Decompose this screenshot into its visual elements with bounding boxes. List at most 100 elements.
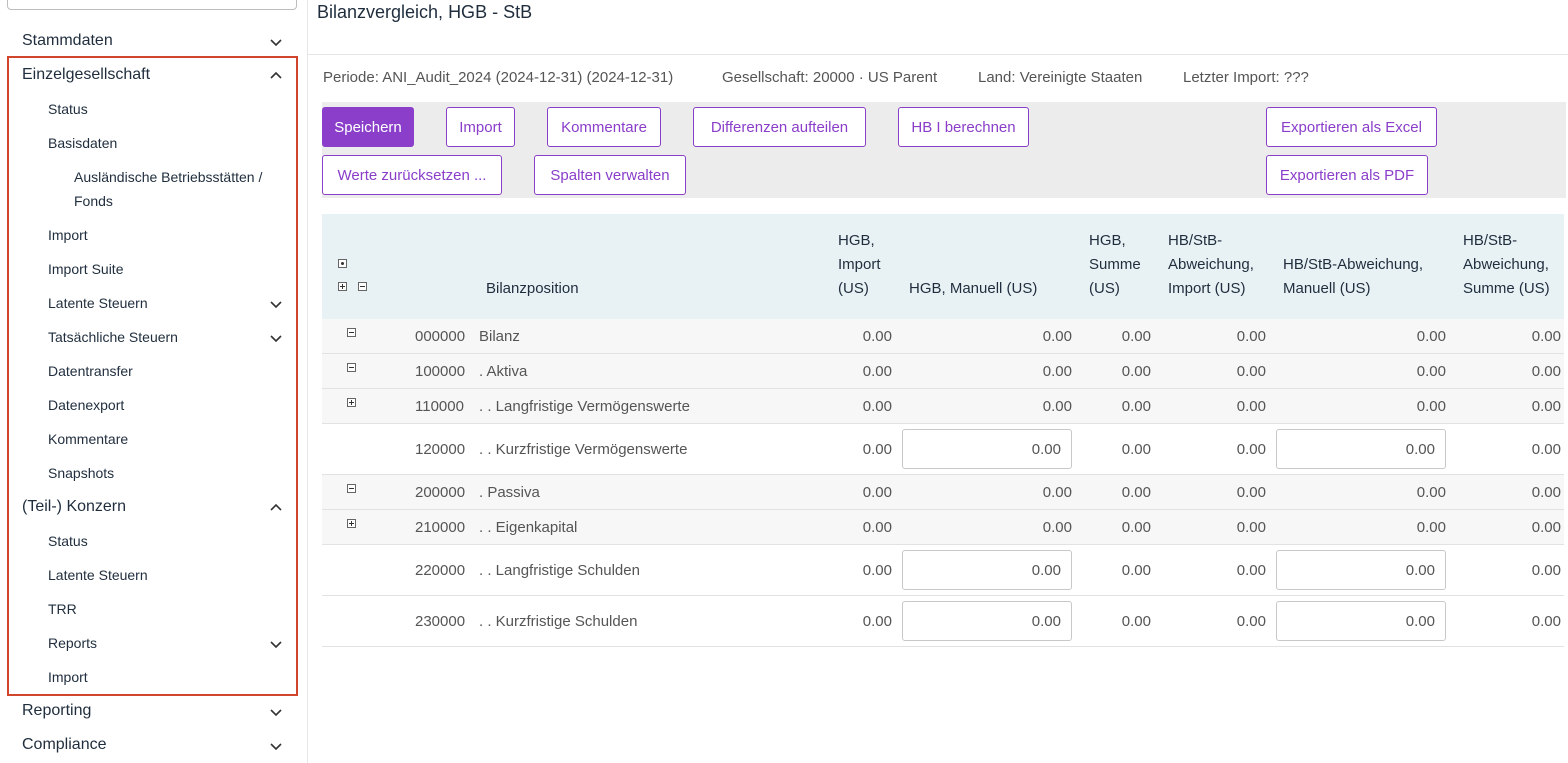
cell-hbstb-import: 0.00	[1236, 562, 1266, 579]
sidebar-item-datentransfer[interactable]: Datentransfer	[48, 363, 133, 379]
cell-hbstb-manuell: 0.00	[1416, 328, 1446, 345]
cell-hgb-import: 0.00	[862, 484, 892, 501]
chevron-down-icon[interactable]	[268, 34, 284, 50]
cell-hbstb-manuell: 0.00	[1416, 398, 1446, 415]
cell-hgb-import: 0.00	[862, 363, 892, 380]
table-row[interactable]: 120000 . . Kurzfristige Vermögenswerte 0.0…	[322, 424, 1564, 475]
sidebar-item-latente-steuern[interactable]: Latente Steuern	[48, 295, 148, 311]
cell-hgb-import: 0.00	[862, 613, 892, 630]
sidebar-item-status[interactable]: Status	[48, 101, 88, 117]
sidebar-item-konzern-import[interactable]: Import	[48, 669, 88, 685]
cell-hgb-summe: 0.00	[1121, 519, 1151, 536]
sidebar-item-import-suite[interactable]: Import Suite	[48, 261, 123, 277]
sidebar: Stammdaten Einzelgesellschaft Status Bas…	[0, 0, 308, 763]
table-row[interactable]: 230000 . . Kurzfristige Schulden 0.00 0.00 0…	[322, 596, 1564, 647]
row-name: . Passiva	[479, 484, 540, 501]
header-hgb-summe: HGB, Summe (US)	[1089, 232, 1141, 297]
expand-row-icon[interactable]	[347, 398, 356, 407]
collapse-row-icon[interactable]	[347, 484, 356, 493]
expand-row-icon[interactable]	[347, 519, 356, 528]
sidebar-item-teil-konzern[interactable]: (Teil-) Konzern	[22, 498, 126, 516]
hgb-manuell-input[interactable]	[902, 429, 1072, 469]
row-name: . . Kurzfristige Schulden	[479, 613, 638, 630]
hbstb-manuell-input[interactable]	[1276, 601, 1446, 641]
sidebar-item-einzelgesellschaft[interactable]: Einzelgesellschaft	[22, 66, 150, 84]
sidebar-item-trr[interactable]: TRR	[48, 601, 77, 617]
sidebar-item-kommentare[interactable]: Kommentare	[48, 431, 128, 447]
table-header: Bilanzposition HGB, Import (US) HGB, Man…	[322, 214, 1564, 319]
sidebar-item-tatsaechliche-steuern[interactable]: Tatsächliche Steuern	[48, 329, 178, 345]
meta-gesellschaft: Gesellschaft: 20000 · US Parent	[722, 69, 938, 86]
sidebar-search-input[interactable]	[7, 0, 297, 10]
sidebar-item-snapshots[interactable]: Snapshots	[48, 465, 114, 481]
cell-hbstb-summe: 0.00	[1531, 328, 1561, 345]
sidebar-item-reports[interactable]: Reports	[48, 635, 97, 651]
spalten-verwalten-button[interactable]: Spalten verwalten	[534, 155, 686, 195]
expand-level-icon[interactable]	[338, 259, 347, 268]
import-button[interactable]: Import	[446, 107, 515, 147]
sidebar-item-konzern-latente-steuern[interactable]: Latente Steuern	[48, 567, 148, 583]
collapse-row-icon[interactable]	[347, 328, 356, 337]
hbstb-manuell-input[interactable]	[1276, 429, 1446, 469]
cell-hbstb-import: 0.00	[1236, 441, 1266, 458]
cell-hgb-summe: 0.00	[1121, 363, 1151, 380]
sidebar-item-basisdaten[interactable]: Basisdaten	[48, 135, 117, 151]
page-title: Bilanzvergleich, HGB - StB	[317, 2, 533, 22]
header-hgb-manuell: HGB, Manuell (US)	[909, 280, 1038, 297]
chevron-down-icon[interactable]	[268, 636, 284, 652]
cell-hgb-summe: 0.00	[1121, 484, 1151, 501]
hgb-manuell-input[interactable]	[902, 601, 1072, 641]
table-row[interactable]: 110000 . . Langfristige Vermögenswerte 0.0…	[322, 389, 1564, 424]
table-row[interactable]: 200000. Passiva 0.00 0.00 0.00 0.00 0.00 0.00	[322, 475, 1564, 510]
chevron-up-icon[interactable]	[268, 68, 284, 84]
row-name: . Aktiva	[479, 363, 528, 380]
chevron-down-icon[interactable]	[268, 704, 284, 720]
cell-hbstb-import: 0.00	[1236, 328, 1266, 345]
row-code: 000000	[415, 328, 466, 345]
cell-hbstb-manuell: 0.00	[1416, 484, 1446, 501]
cell-hbstb-summe: 0.00	[1531, 562, 1561, 579]
sidebar-item-konzern-status[interactable]: Status	[48, 533, 88, 549]
kommentare-button[interactable]: Kommentare	[547, 107, 661, 147]
chevron-up-icon[interactable]	[268, 500, 284, 516]
table-row[interactable]: 220000 . . Langfristige Schulden 0.00 0.00 0…	[322, 545, 1564, 596]
export-pdf-button[interactable]: Exportieren als PDF	[1266, 155, 1428, 195]
chevron-down-icon[interactable]	[268, 296, 284, 312]
row-code: 110000	[415, 398, 464, 415]
toolbar: Speichern Import Kommentare Differenzen …	[322, 102, 1566, 198]
cell-hgb-summe: 0.00	[1121, 562, 1151, 579]
sidebar-item-auslaendische-betriebsstaetten[interactable]: Ausländische Betriebsstätten / Fonds	[74, 165, 284, 213]
cell-hbstb-manuell: 0.00	[1416, 363, 1446, 380]
table-row[interactable]: 100000. Aktiva 0.00 0.00 0.00 0.00 0.00 0.00	[322, 354, 1564, 389]
table-row[interactable]: 000000 Bilanz 0.00 0.00 0.00 0.00 0.00 0.00	[322, 319, 1564, 354]
title-divider	[308, 54, 1568, 55]
collapse-row-icon[interactable]	[347, 363, 356, 372]
chevron-down-icon[interactable]	[268, 738, 284, 754]
cell-hgb-summe: 0.00	[1121, 613, 1151, 630]
cell-hgb-import: 0.00	[862, 519, 892, 536]
row-code: 230000	[415, 613, 466, 630]
export-excel-button[interactable]: Exportieren als Excel	[1266, 107, 1437, 147]
meta-land: Land: Vereinigte Staaten	[978, 69, 1143, 86]
sidebar-item-datenexport[interactable]: Datenexport	[48, 397, 124, 413]
hgb-manuell-input[interactable]	[902, 550, 1072, 590]
differenzen-aufteilen-button[interactable]: Differenzen aufteilen	[693, 107, 866, 147]
chevron-down-icon[interactable]	[268, 330, 284, 346]
cell-hbstb-summe: 0.00	[1531, 441, 1561, 458]
sidebar-item-reporting[interactable]: Reporting	[22, 702, 91, 720]
save-button[interactable]: Speichern	[322, 107, 414, 147]
table-row[interactable]: 210000 . . Eigenkapital 0.00 0.00 0.00 0.00 0.…	[322, 510, 1564, 545]
sidebar-item-stammdaten[interactable]: Stammdaten	[22, 32, 113, 50]
expand-all-icon[interactable]	[338, 282, 347, 291]
cell-hbstb-import: 0.00	[1236, 519, 1266, 536]
collapse-all-icon[interactable]	[358, 282, 367, 291]
row-code: 220000	[415, 562, 466, 579]
sidebar-item-compliance[interactable]: Compliance	[22, 736, 106, 754]
cell-hgb-import: 0.00	[862, 328, 892, 345]
cell-hbstb-import: 0.00	[1236, 398, 1266, 415]
sidebar-item-import[interactable]: Import	[48, 227, 88, 243]
cell-hgb-import: 0.00	[862, 562, 892, 579]
hbstb-manuell-input[interactable]	[1276, 550, 1446, 590]
werte-zuruecksetzen-button[interactable]: Werte zurücksetzen ...	[322, 155, 502, 195]
hb-berechnen-button[interactable]: HB I berechnen	[898, 107, 1029, 147]
